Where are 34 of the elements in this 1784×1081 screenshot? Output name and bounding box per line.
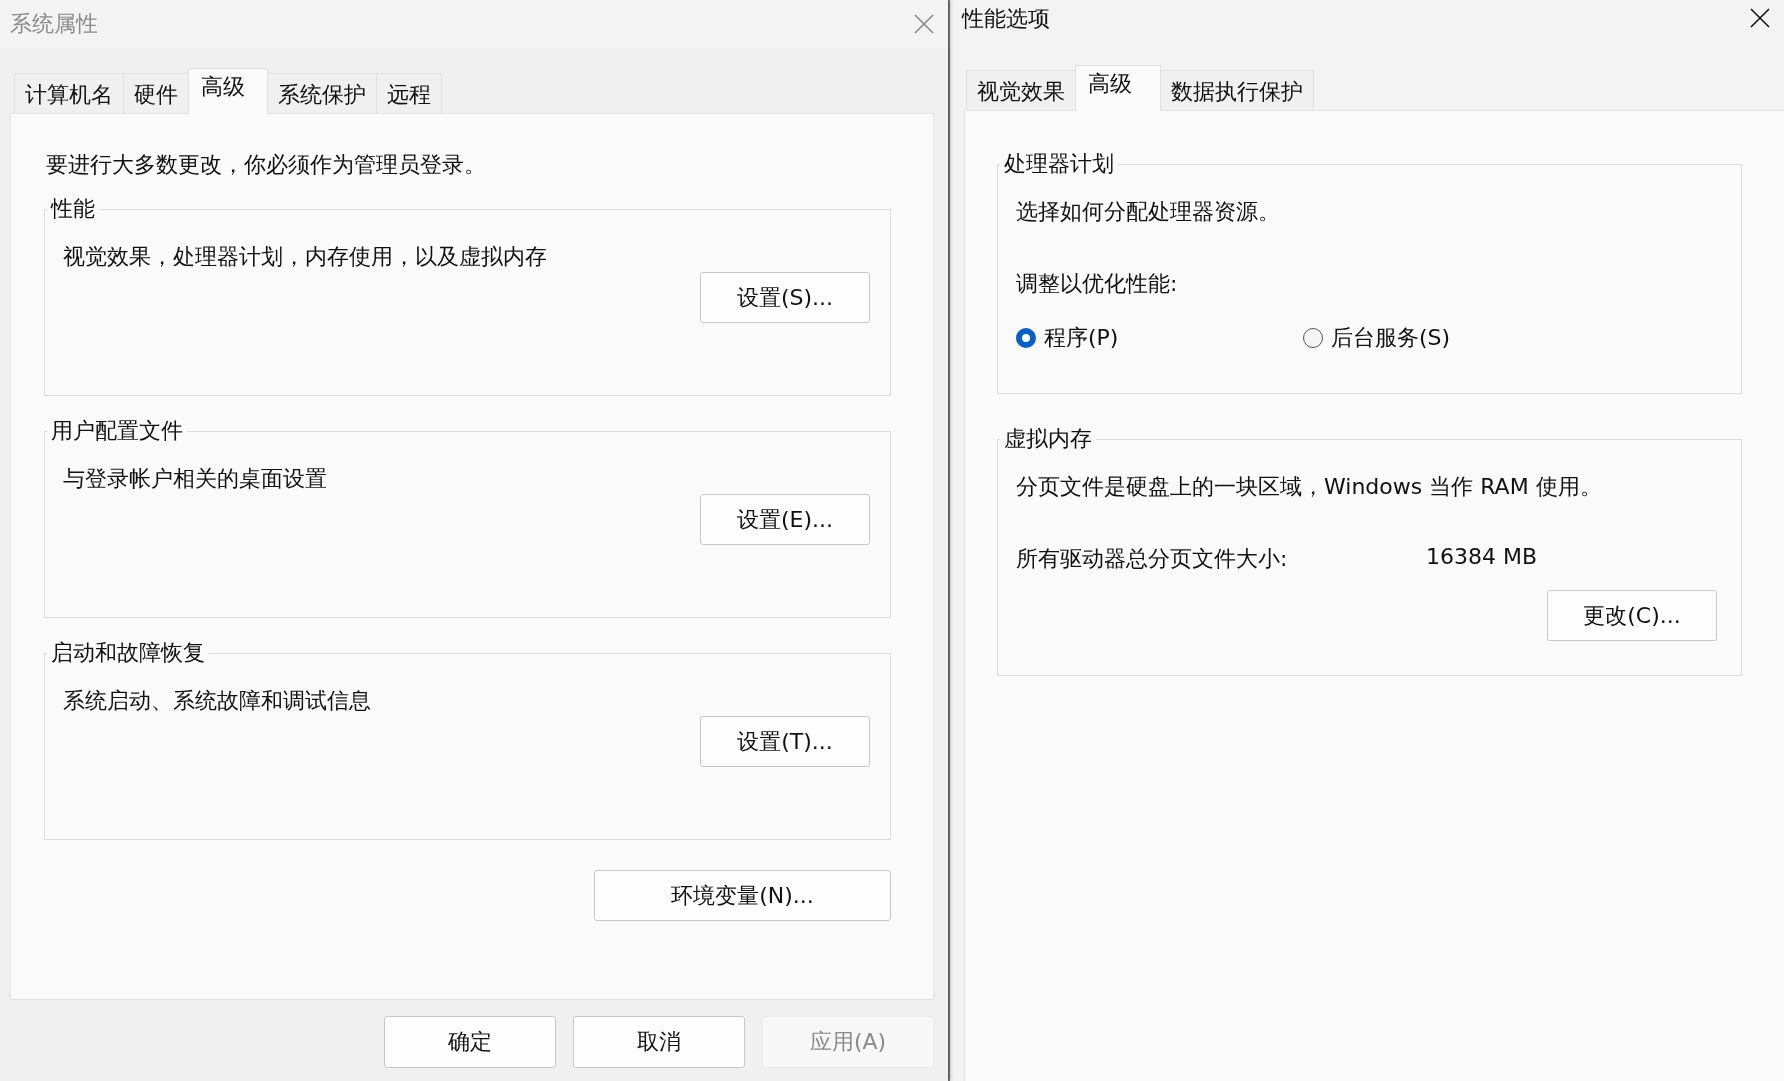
- tab[interactable]: 数据执行保护: [1160, 70, 1314, 110]
- dialog-button[interactable]: 确定: [384, 1016, 556, 1068]
- environment-variables-button[interactable]: 环境变量(N)...: [594, 870, 891, 921]
- group-title: 性能: [49, 195, 96, 223]
- group-description: 选择如何分配处理器资源。: [1016, 198, 1281, 226]
- group-title: 虚拟内存: [1003, 425, 1093, 453]
- group-title: 启动和故障恢复: [50, 639, 206, 667]
- settings-button[interactable]: 设置(S)...: [700, 272, 870, 323]
- tab[interactable]: 远程: [376, 73, 442, 113]
- tab[interactable]: 高级: [1075, 65, 1161, 111]
- group-description: 与登录帐户相关的桌面设置: [63, 465, 328, 493]
- option-label: 调整以优化性能:: [1016, 270, 1179, 298]
- settings-button[interactable]: 设置(E)...: [700, 494, 870, 545]
- tab[interactable]: 计算机名: [14, 73, 124, 113]
- radio-button[interactable]: [1303, 328, 1323, 348]
- total-size-label: 所有驱动器总分页文件大小:: [1016, 545, 1289, 573]
- group-description: 视觉效果，处理器计划，内存使用，以及虚拟内存: [63, 243, 548, 271]
- change-button[interactable]: 更改(C)...: [1547, 590, 1717, 641]
- group-title: 用户配置文件: [50, 417, 184, 445]
- notice-text: 要进行大多数更改，你必须作为管理员登录。: [45, 151, 487, 179]
- tab[interactable]: 视觉效果: [966, 70, 1076, 110]
- window-title: 系统属性: [10, 10, 98, 38]
- total-size-value: 16384 MB: [1426, 544, 1538, 571]
- radio-button[interactable]: [1016, 328, 1036, 348]
- dialog-button[interactable]: 取消: [573, 1016, 745, 1068]
- group-description: 系统启动、系统故障和调试信息: [63, 687, 372, 715]
- close-icon[interactable]: [1750, 8, 1770, 28]
- window-title: 性能选项: [962, 5, 1050, 33]
- radio-option[interactable]: 程序(P): [1016, 323, 1303, 353]
- tab[interactable]: 高级: [188, 68, 268, 114]
- group-title: 处理器计划: [1003, 150, 1115, 178]
- group-description: 分页文件是硬盘上的一块区域，Windows 当作 RAM 使用。: [1016, 473, 1603, 501]
- settings-button[interactable]: 设置(T)...: [700, 716, 870, 767]
- radio-option[interactable]: 后台服务(S): [1303, 323, 1590, 353]
